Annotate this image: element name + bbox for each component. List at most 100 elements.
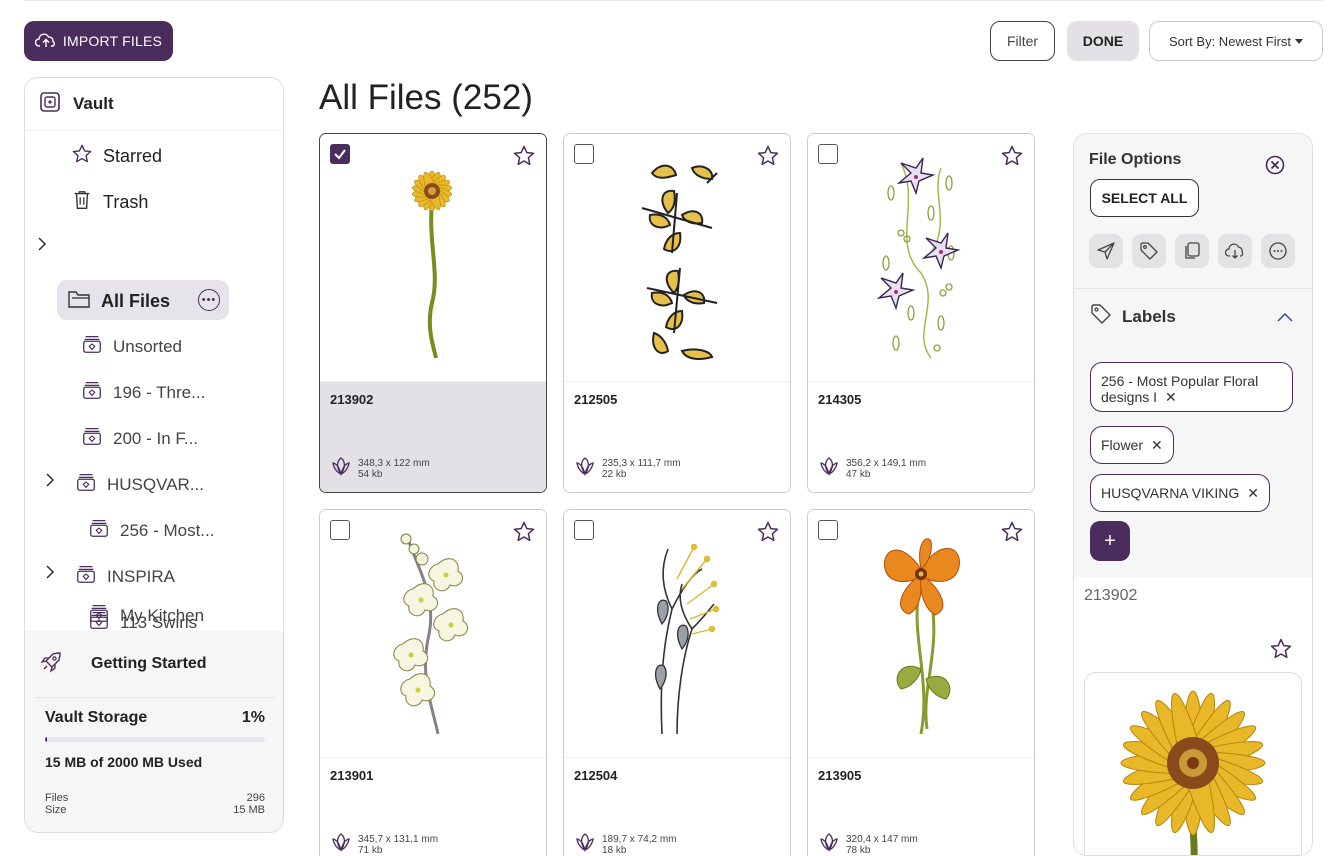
labels-header[interactable]: Labels [1090,303,1176,330]
label-chip[interactable]: 256 - Most Popular Floral designs I ✕ [1090,362,1293,412]
more-options-icon[interactable]: ••• [198,289,220,311]
file-checkbox[interactable] [330,520,350,540]
sort-label: Sort By: Newest First [1168,33,1292,49]
vault-header[interactable]: Vault [25,78,283,131]
label-stack-icon [75,563,97,590]
star-icon[interactable] [512,144,536,173]
selected-file-preview[interactable] [1084,672,1302,855]
design-icon [574,831,596,856]
sort-dropdown[interactable]: Sort By: Newest First [1149,21,1323,61]
file-checkbox[interactable] [818,144,838,164]
sidebar-item-196[interactable]: 196 - Thre... [81,379,205,406]
sidebar-item-unsorted[interactable]: Unsorted [81,333,182,360]
file-card-212505[interactable]: 212505 235,3 x 111,7 mm 22 kb [563,133,791,493]
file-meta: 189,7 x 74,2 mm 18 kb [574,831,676,856]
copy-button[interactable] [1175,234,1209,268]
storage-title: Vault Storage [45,709,148,726]
trash-icon [71,189,93,216]
chevron-right-icon[interactable] [45,565,55,582]
file-card-213901[interactable]: 213901 345,7 x 131,1 mm 71 kb [319,509,547,856]
file-name: 214305 [818,392,862,407]
file-thumbnail[interactable] [808,510,1034,758]
label-stack-icon [81,333,103,360]
check-icon [334,149,346,160]
file-thumbnail[interactable] [564,134,790,382]
download-button[interactable] [1218,234,1252,268]
chevron-up-icon[interactable] [1277,309,1293,327]
star-icon[interactable] [1269,637,1293,666]
file-card-214305[interactable]: 214305 356,2 x 149,1 mm 47 kb [807,133,1035,493]
page-title: All Files (252) [319,78,533,117]
label-stack-icon [88,517,110,544]
label-chip[interactable]: HUSQVARNA VIKING ✕ [1090,474,1270,512]
file-thumbnail[interactable] [320,510,546,758]
file-options-panel: File Options SELECT ALL Labels 256 - Mos… [1073,133,1313,856]
tag-button[interactable] [1132,234,1166,268]
file-name: 212505 [574,392,618,407]
sidebar-item-label: Unsorted [113,336,182,356]
storage-progress-fill [45,737,48,742]
star-icon[interactable] [512,520,536,549]
orchid-branch-thumbnail [393,533,469,734]
file-card-213902[interactable]: 213902 348,3 x 122 mm 54 kb [319,133,547,493]
remove-label-icon[interactable]: ✕ [1247,485,1259,501]
yellow-daisy-preview [1120,690,1266,855]
file-card-212504[interactable]: 212504 189,7 x 74,2 mm 18 kb [563,509,791,856]
remove-label-icon[interactable]: ✕ [1151,437,1163,453]
design-icon [330,455,352,482]
sidebar-item-200[interactable]: 200 - In F... [81,425,198,452]
sidebar-item-inspira[interactable]: INSPIRA [75,563,175,590]
file-thumbnail[interactable] [320,134,546,382]
more-button[interactable] [1261,234,1295,268]
design-icon [818,831,840,856]
label-chip[interactable]: Flower ✕ [1090,426,1174,464]
file-meta: 348,3 x 122 mm 54 kb [330,455,430,482]
file-thumbnail[interactable] [564,510,790,758]
file-card-213905[interactable]: 213905 320,4 x 147 mm 78 kb [807,509,1035,856]
orange-hibiscus-thumbnail [884,537,960,734]
file-name: 213905 [818,768,862,783]
sidebar-item-256[interactable]: 256 - Most... [88,517,214,544]
file-info: 213905 320,4 x 147 mm 78 kb [808,758,1034,856]
remove-label-icon[interactable]: ✕ [1165,389,1177,405]
sidebar-item-my-kitchen[interactable]: My Kitchen [88,602,204,629]
close-circle-icon[interactable] [1265,155,1285,180]
chevron-right-icon[interactable] [37,237,47,254]
send-button[interactable] [1089,234,1123,268]
add-label-button[interactable]: + [1090,521,1130,561]
star-icon[interactable] [756,144,780,173]
file-checkbox[interactable] [818,520,838,540]
labels-title: Labels [1122,306,1176,326]
filter-button[interactable]: Filter [990,21,1055,61]
sidebar-item-trash[interactable]: Trash [71,189,148,216]
star-icon[interactable] [1000,520,1024,549]
file-thumbnail[interactable] [808,134,1034,382]
sidebar-item-husqvarna[interactable]: HUSQVAR... [75,471,204,498]
sidebar-nav: Starred Trash All Files ••• Unsorted 196… [25,131,283,632]
star-icon[interactable] [756,520,780,549]
storage-percent: 1% [241,709,265,726]
file-info: 213902 348,3 x 122 mm 54 kb [320,382,546,492]
sidebar-item-all-files-content[interactable]: All Files [67,288,170,315]
file-checkbox[interactable] [574,144,594,164]
caret-down-icon [1295,38,1304,44]
yellow-daisy-thumbnail [411,170,453,358]
done-button[interactable]: DONE [1067,21,1139,61]
sidebar-item-label: My Kitchen [120,605,205,625]
select-all-button[interactable]: SELECT ALL [1090,179,1199,217]
file-info: 213901 345,7 x 131,1 mm 71 kb [320,758,546,856]
file-checkbox[interactable] [574,520,594,540]
file-meta: 235,3 x 111,7 mm 22 kb [574,455,681,482]
file-checkbox[interactable] [330,144,350,164]
import-files-button[interactable]: IMPORT FILES [24,21,173,61]
star-icon[interactable] [1000,144,1024,173]
sidebar-item-starred[interactable]: Starred [71,143,162,170]
chevron-right-icon[interactable] [45,473,55,490]
send-icon [1097,242,1115,260]
file-meta: 356,2 x 149,1 mm 47 kb [818,455,926,482]
getting-started-link[interactable]: Getting Started [25,631,283,697]
file-name: 212504 [574,768,618,783]
outline-flower-thumbnail [641,164,718,360]
vault-label: Vault [73,94,114,113]
copy-icon [1185,242,1200,259]
